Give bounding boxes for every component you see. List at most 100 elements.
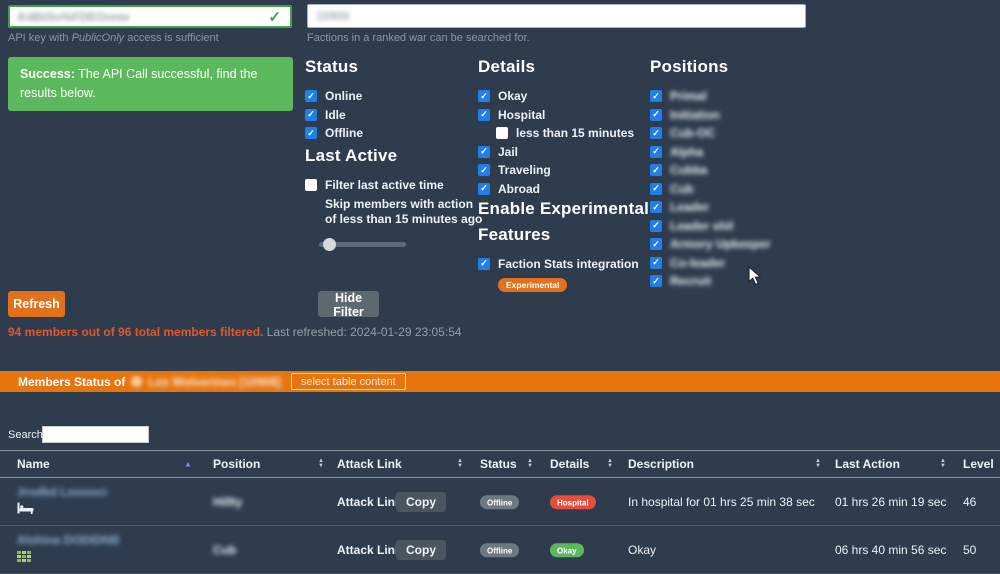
checkbox-faction-stats[interactable]: Faction Stats integration — [478, 257, 654, 271]
checkbox-position-3[interactable]: Alpha — [650, 145, 771, 159]
faction-search-helper: Factions in a ranked war can be searched… — [307, 32, 530, 44]
stats-grid-icon — [17, 551, 120, 562]
search-input[interactable] — [42, 426, 149, 443]
checkbox-hospital[interactable]: Hospital — [478, 108, 634, 122]
abroad-checkbox[interactable] — [478, 182, 490, 195]
api-key-helper-suffix: access is sufficient — [124, 32, 219, 44]
details-cell: Hospital — [550, 494, 596, 510]
position-2-checkbox[interactable] — [650, 127, 662, 139]
member-name-link[interactable]: Alshina DODIDNB — [17, 533, 120, 547]
checkbox-jail[interactable]: Jail — [478, 145, 634, 159]
last-action-cell: 06 hrs 40 min 56 sec — [835, 542, 947, 557]
refresh-button[interactable]: Refresh — [8, 291, 65, 317]
search-label: Search: — [8, 429, 46, 441]
checkbox-traveling[interactable]: Traveling — [478, 163, 634, 177]
sort-icon-last-action[interactable] — [940, 459, 946, 469]
checkbox-position-1[interactable]: Initiation — [650, 108, 771, 122]
sort-icon-attack-link[interactable] — [457, 459, 463, 469]
checkbox-position-2[interactable]: Cub-OC — [650, 126, 771, 140]
details-badge: Okay — [550, 543, 584, 558]
column-header-details[interactable]: Details — [550, 457, 589, 471]
column-header-position[interactable]: Position — [213, 457, 260, 471]
jail-checkbox[interactable] — [478, 145, 490, 158]
traveling-checkbox[interactable] — [478, 164, 490, 176]
hide-filter-button[interactable]: Hide Filter — [318, 291, 379, 319]
select-table-content-button[interactable]: select table content — [290, 373, 406, 390]
checkbox-idle[interactable]: Idle — [305, 108, 363, 122]
position-6-checkbox[interactable] — [650, 201, 662, 213]
api-key-helper-publiconly: PublicOnly — [71, 32, 125, 44]
details-section-title: Details — [478, 57, 536, 76]
slider-knob[interactable] — [323, 237, 336, 251]
position-4-checkbox[interactable] — [650, 164, 662, 176]
last-active-slider[interactable] — [319, 237, 406, 251]
member-name-link[interactable]: Jrodkd Looooci — [17, 485, 107, 499]
status-cell: Offline — [480, 542, 520, 558]
attack-link[interactable]: Attack Link — [337, 543, 402, 557]
faction-stats-checkbox[interactable] — [478, 257, 490, 270]
experimental-title: Enable Experimental Features — [478, 199, 650, 245]
sort-icon-details[interactable] — [607, 459, 613, 469]
checkbox-less-than-15[interactable]: less than 15 minutes — [496, 126, 634, 140]
last-active-title: Last Active — [305, 146, 398, 165]
attack-link[interactable]: Attack Link — [337, 495, 402, 509]
position-9-checkbox[interactable] — [650, 256, 662, 269]
faction-icon — [131, 376, 143, 387]
copy-button[interactable]: Copy — [396, 539, 446, 560]
position-5-checkbox[interactable] — [650, 182, 662, 195]
success-alert: Success: The API Call successful, find t… — [8, 57, 293, 111]
column-header-name[interactable]: Name — [17, 457, 50, 471]
position-7-checkbox[interactable] — [650, 219, 662, 232]
hospital-checkbox[interactable] — [478, 108, 490, 121]
checkbox-filter-last-active[interactable]: Filter last active time — [305, 178, 485, 192]
last-action-cell: 01 hrs 26 min 19 sec — [835, 494, 947, 509]
filter-last-active-checkbox[interactable] — [305, 179, 317, 191]
position-7-label: Leader shil — [670, 218, 734, 233]
checkbox-position-7[interactable]: Leader shil — [650, 219, 771, 233]
member-name-cell: Alshina DODIDNB — [17, 533, 120, 562]
checkbox-position-8[interactable]: Armory Upkeeper — [650, 237, 771, 251]
online-label: Online — [325, 89, 363, 103]
column-header-status[interactable]: Status — [480, 457, 517, 471]
checkbox-offline[interactable]: Offline — [305, 126, 363, 140]
column-header-attack-link[interactable]: Attack Link — [337, 457, 402, 471]
position-8-label: Armory Upkeeper — [670, 237, 771, 251]
last-refreshed-text: Last refreshed: 2024-01-29 23:05:54 — [263, 325, 462, 339]
success-alert-prefix: Success: — [20, 67, 75, 81]
positions-filter-section: Positions Primal Initiation Cub-OC Alpha… — [650, 57, 771, 293]
members-status-bar: Members Status of Lex Wolverines [10908]… — [0, 371, 1000, 392]
api-key-input[interactable]: K4BtSo%FDEOnnw ✓ — [8, 5, 292, 28]
position-10-checkbox[interactable] — [650, 275, 662, 287]
less-than-15-checkbox[interactable] — [496, 127, 508, 139]
position-8-checkbox[interactable] — [650, 238, 662, 250]
position-0-checkbox[interactable] — [650, 90, 662, 102]
offline-label: Offline — [325, 126, 363, 140]
checkbox-position-6[interactable]: Leader — [650, 200, 771, 214]
checkbox-position-5[interactable]: Cub — [650, 182, 771, 196]
copy-button[interactable]: Copy — [396, 491, 446, 512]
checkbox-position-0[interactable]: Primal — [650, 89, 771, 103]
sort-icon-position[interactable] — [318, 459, 324, 469]
column-header-description[interactable]: Description — [628, 457, 694, 471]
member-position: Cub — [213, 542, 237, 557]
column-header-last-action[interactable]: Last Action — [835, 457, 900, 471]
checkbox-position-4[interactable]: Cubba — [650, 163, 771, 177]
okay-checkbox[interactable] — [478, 90, 490, 102]
online-checkbox[interactable] — [305, 90, 317, 102]
checkbox-online[interactable]: Online — [305, 89, 363, 103]
offline-checkbox[interactable] — [305, 127, 317, 139]
table-header: Name Position Attack Link Status Details… — [0, 450, 1000, 478]
sort-icon-status[interactable] — [527, 459, 533, 469]
column-header-level[interactable]: Level — [963, 457, 994, 471]
idle-checkbox[interactable] — [305, 108, 317, 121]
filtered-count-text: 94 members out of 96 total members filte… — [8, 325, 264, 339]
faction-name: Lex Wolverines [10908] — [148, 374, 281, 389]
sort-asc-icon[interactable] — [184, 460, 192, 469]
position-1-checkbox[interactable] — [650, 108, 662, 121]
checkbox-abroad[interactable]: Abroad — [478, 182, 634, 196]
position-5-label: Cub — [670, 181, 694, 196]
faction-search-input[interactable]: 10908 — [307, 4, 806, 28]
position-3-checkbox[interactable] — [650, 145, 662, 158]
checkbox-okay[interactable]: Okay — [478, 89, 634, 103]
sort-icon-description[interactable] — [815, 459, 821, 469]
